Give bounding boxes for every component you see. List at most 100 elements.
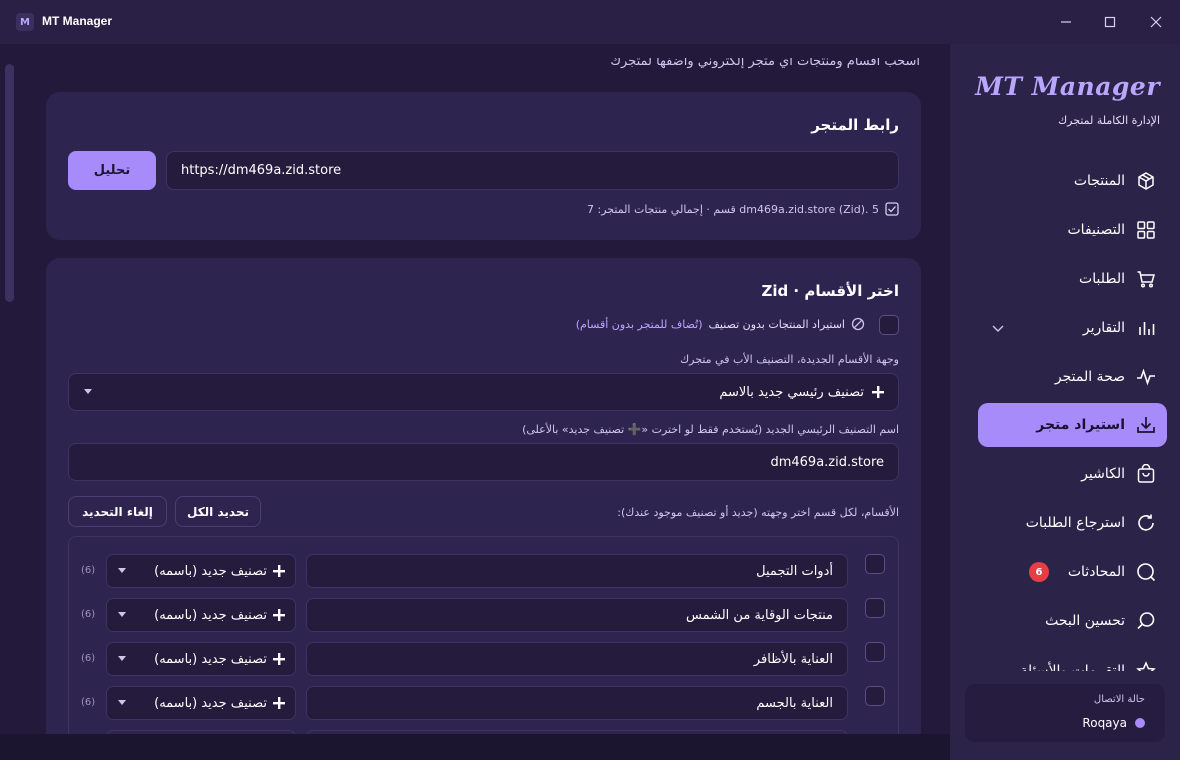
section-destination-select[interactable]: تصنيف جديد (باسمه)	[106, 686, 296, 720]
maximize-button[interactable]	[1096, 8, 1124, 36]
row-checkbox[interactable]	[865, 686, 885, 706]
deselect-all-button[interactable]: إلغاء التحديد	[68, 496, 167, 527]
no-category-hint: (تُضاف للمتجر بدون أقسام)	[575, 317, 703, 331]
sidebar-item-label: المحادثات	[1067, 564, 1125, 580]
connection-status-title: حالة الاتصال	[1093, 694, 1145, 705]
sidebar-item-label: التقييمات والأسئلة	[1020, 663, 1125, 671]
sidebar-item-label: استرجاع الطلبات	[1025, 515, 1125, 531]
sections-title: اختر الأقسام · Zid	[761, 282, 899, 300]
bag-icon	[1135, 463, 1157, 485]
sidebar-item-store-health[interactable]: صحة المتجر	[978, 355, 1167, 399]
sidebar-item-search-optimization[interactable]: تحسين البحث	[978, 599, 1167, 643]
list-item: العناية بالجسم تصنيف جديد (باسمه) (6)	[69, 669, 898, 720]
window-title: MT Manager	[42, 14, 113, 28]
app-logo-icon: M	[16, 13, 34, 31]
store-url-input[interactable]: https://dm469a.zid.store	[166, 151, 899, 190]
ban-icon	[851, 317, 865, 331]
search-icon	[1135, 610, 1157, 632]
connection-user-name: Roqaya	[1082, 716, 1127, 730]
list-item: منتجات الوقاية من الشمس تصنيف جديد (باسم…	[69, 581, 898, 632]
close-icon	[1150, 16, 1162, 28]
sidebar-item-label: صحة المتجر	[1054, 369, 1125, 385]
section-name-input[interactable]: العناية بالجسم	[306, 686, 848, 720]
page-subtitle: اسحب أقسام ومنتجات أي متجر إلكتروني وأضف…	[610, 58, 920, 69]
no-category-row: استيراد المنتجات بدون تصنيف (تُضاف للمتج…	[576, 317, 865, 331]
caret-down-icon	[118, 568, 126, 573]
section-count: (6)	[81, 653, 96, 664]
plus-icon	[273, 609, 285, 621]
sidebar: MT Manager الإدارة الكاملة لمتجرك المنتج…	[950, 44, 1180, 760]
sidebar-item-label: استيراد متجر	[1036, 417, 1125, 433]
connection-status-card: حالة الاتصال Roqaya	[965, 684, 1165, 742]
caret-down-icon	[118, 700, 126, 705]
title-bar: M MT Manager	[0, 0, 1180, 44]
refresh-icon	[1135, 512, 1157, 534]
sidebar-item-reviews[interactable]: التقييمات والأسئلة	[978, 657, 1167, 671]
sidebar-item-label: الطلبات	[1079, 271, 1125, 287]
section-count: (6)	[81, 565, 96, 576]
sidebar-item-label: تحسين البحث	[1045, 613, 1125, 629]
minimize-icon	[1061, 21, 1071, 23]
grid-icon	[1135, 219, 1157, 241]
plus-icon	[273, 565, 285, 577]
bottom-strip	[0, 734, 950, 760]
new-name-input[interactable]: dm469a.zid.store	[68, 443, 899, 481]
new-name-label: اسم التصنيف الرئيسي الجديد (يُستخدم فقط …	[522, 423, 899, 436]
sidebar-item-orders[interactable]: الطلبات	[978, 257, 1167, 301]
store-link-title: رابط المتجر	[811, 116, 899, 134]
analyze-button[interactable]: تحليل	[68, 151, 156, 190]
section-destination-value: تصنيف جديد (باسمه)	[154, 695, 267, 711]
list-item: العناية بالأظافر تصنيف جديد (باسمه) (6)	[69, 625, 898, 676]
section-count: (6)	[81, 697, 96, 708]
sections-card: اختر الأقسام · Zid استيراد المنتجات بدون…	[46, 258, 921, 734]
sidebar-item-label: الكاشير	[1081, 466, 1125, 482]
row-checkbox[interactable]	[865, 642, 885, 662]
sidebar-item-chats[interactable]: 6 المحادثات	[978, 550, 1167, 594]
cart-icon	[1135, 268, 1157, 290]
sidebar-item-categories[interactable]: التصنيفات	[978, 208, 1167, 252]
main-content: اسحب أقسام ومنتجات أي متجر إلكتروني وأضف…	[0, 44, 950, 734]
plus-icon	[273, 697, 285, 709]
sidebar-item-reports[interactable]: التقارير	[978, 306, 1167, 350]
row-checkbox[interactable]	[865, 598, 885, 618]
close-button[interactable]	[1142, 8, 1170, 36]
store-link-card: رابط المتجر تحليل https://dm469a.zid.sto…	[46, 92, 921, 240]
caret-down-icon	[118, 612, 126, 617]
box-icon	[1135, 170, 1157, 192]
destination-label: وجهة الأقسام الجديدة، التصنيف الأب في مت…	[680, 353, 899, 366]
download-icon	[1135, 414, 1157, 436]
sections-list: أدوات التجميل تصنيف جديد (باسمه) (6) منت…	[68, 536, 899, 734]
section-destination-value: تصنيف جديد (باسمه)	[154, 607, 267, 623]
sidebar-item-import-store[interactable]: استيراد متجر	[978, 403, 1167, 447]
sidebar-item-returns[interactable]: استرجاع الطلبات	[978, 501, 1167, 545]
sidebar-item-label: التقارير	[1082, 320, 1125, 336]
row-checkbox[interactable]	[865, 554, 885, 574]
section-count: (6)	[81, 609, 96, 620]
outer-scrollbar[interactable]	[5, 64, 14, 302]
star-icon	[1135, 660, 1157, 671]
plus-icon	[273, 653, 285, 665]
brand-subtitle: الإدارة الكاملة لمتجرك	[1058, 114, 1160, 127]
destination-select[interactable]: تصنيف رئيسي جديد بالاسم	[68, 373, 899, 411]
no-category-checkbox[interactable]	[879, 315, 899, 335]
destination-value: تصنيف رئيسي جديد بالاسم	[719, 384, 864, 400]
store-summary: dm469a.zid.store (Zid). 5 قسم · إجمالي م…	[587, 202, 899, 216]
list-item: أدوات التجميل تصنيف جديد (باسمه) (6)	[69, 537, 898, 588]
sidebar-item-products[interactable]: المنتجات	[978, 159, 1167, 203]
pulse-icon	[1135, 366, 1157, 388]
caret-down-icon	[118, 656, 126, 661]
sidebar-item-cashier[interactable]: الكاشير	[978, 452, 1167, 496]
status-dot	[1135, 718, 1145, 728]
store-summary-text: dm469a.zid.store (Zid). 5 قسم · إجمالي م…	[587, 202, 879, 216]
unread-badge: 6	[1029, 562, 1049, 582]
connection-user: Roqaya	[1082, 716, 1145, 730]
plus-icon	[872, 386, 884, 398]
maximize-icon	[1104, 16, 1116, 28]
select-all-button[interactable]: تحديد الكل	[175, 496, 261, 527]
chat-icon	[1135, 561, 1157, 583]
section-destination-value: تصنيف جديد (باسمه)	[154, 651, 267, 667]
sidebar-item-reviews-partial[interactable]: التقييمات والأسئلة	[978, 657, 1167, 671]
minimize-button[interactable]	[1052, 8, 1080, 36]
sidebar-item-label: التصنيفات	[1067, 222, 1126, 238]
chevron-down-icon	[992, 321, 1004, 337]
